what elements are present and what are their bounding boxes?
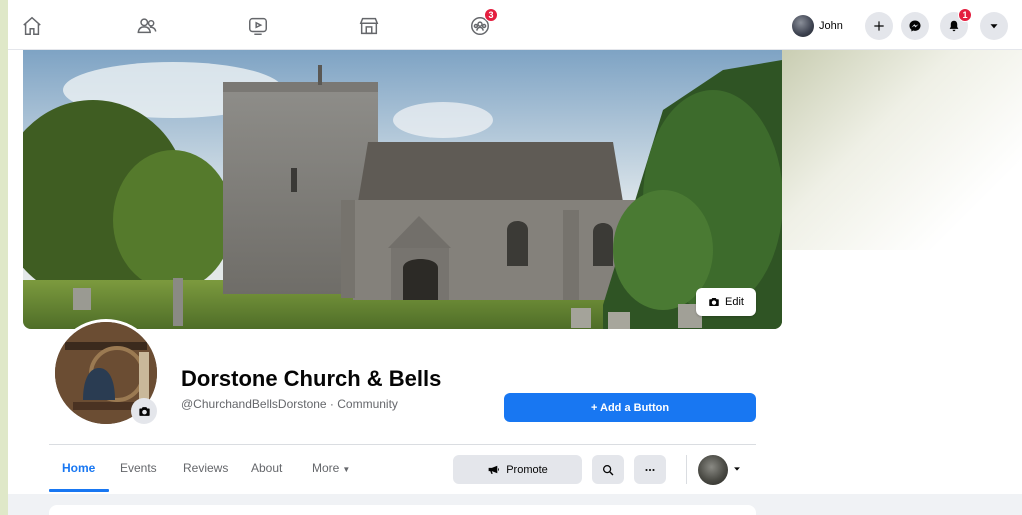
more-options-button[interactable] [634,455,666,484]
add-a-button-label: + Add a Button [590,401,670,414]
header-divider [49,444,756,445]
groups-icon[interactable]: 3 [466,8,498,40]
account-menu-button[interactable] [980,12,1008,40]
search-button[interactable] [592,455,624,484]
promote-button[interactable]: Promote [453,455,582,484]
megaphone-icon [488,465,500,474]
caret-down-icon: ▼ [342,465,351,474]
plus-icon [874,21,884,31]
edit-cover-label: Edit [725,296,744,308]
active-tab-indicator [49,489,109,492]
create-button[interactable] [865,12,893,40]
friends-icon[interactable] [133,12,161,40]
tab-reviews[interactable]: Reviews [183,461,228,475]
tab-home[interactable]: Home [62,461,95,475]
page-handle: @ChurchandBellsDorstone · Community [181,397,398,411]
camera-icon [138,406,150,416]
notifications-badge: 1 [958,8,972,22]
header-backdrop [782,50,1022,250]
tab-more-label: More [312,461,340,475]
content-card [49,505,756,515]
user-name: John [819,20,843,32]
search-icon [602,464,614,475]
watch-icon[interactable] [244,12,272,40]
switch-profile-button[interactable] [698,454,742,486]
promote-label: Promote [506,463,548,476]
caret-down-icon [990,24,998,29]
cover-photo: Edit [23,50,782,329]
update-profile-picture-button[interactable] [131,398,157,424]
profile-shortcut[interactable]: John [792,13,843,39]
ellipsis-icon [645,468,655,471]
page-title: Dorstone Church & Bells [181,366,442,391]
camera-icon [709,298,719,306]
messenger-button[interactable] [901,12,929,40]
user-avatar [792,15,814,37]
groups-notification-badge: 3 [484,8,498,22]
bell-icon [949,20,959,32]
action-separator [686,455,687,484]
add-a-button-button[interactable]: + Add a Button [504,393,756,422]
church-cover-image [23,50,782,329]
top-navigation-bar: 3 John 1 [8,0,1022,50]
page-frame: 3 John 1 Edit Dorstone Church & Bells @C… [8,0,1022,515]
tab-about[interactable]: About [251,461,282,475]
messenger-icon [909,20,921,32]
notifications-button[interactable]: 1 [940,8,972,40]
caret-down-icon [732,461,742,479]
tab-more[interactable]: More ▼ [312,461,350,475]
marketplace-icon[interactable] [355,12,383,40]
tab-events[interactable]: Events [120,461,157,475]
home-icon[interactable] [18,12,46,40]
edit-cover-button[interactable]: Edit [696,288,756,316]
page-avatar [698,455,728,485]
